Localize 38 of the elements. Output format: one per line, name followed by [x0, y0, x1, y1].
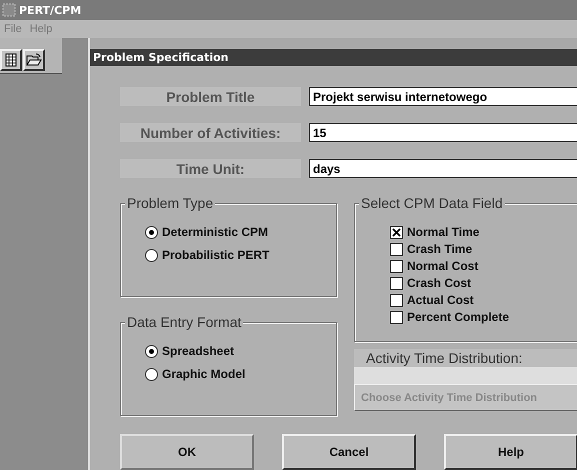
- dialog-button[interactable]: Help: [444, 434, 577, 470]
- option-label: Graphic Model: [162, 367, 246, 381]
- checkbox-label: Normal Cost: [407, 259, 478, 273]
- checkbox[interactable]: [390, 276, 403, 290]
- input-field[interactable]: Projekt serwisu internetowego: [309, 87, 577, 106]
- checkbox[interactable]: [390, 310, 403, 324]
- field-label: Time Unit:: [120, 159, 301, 178]
- checkbox-label: Normal Time: [407, 225, 480, 239]
- input-field[interactable]: days: [309, 159, 577, 178]
- checkbox[interactable]: [390, 242, 403, 256]
- checkbox-label: Crash Cost: [407, 276, 472, 290]
- radio-button[interactable]: [145, 226, 158, 238]
- checkbox-label: Actual Cost: [407, 293, 474, 307]
- radio-button[interactable]: [145, 248, 158, 262]
- option-label: Probabilistic PERT: [162, 248, 270, 262]
- checkbox[interactable]: [390, 226, 403, 238]
- dialog-button[interactable]: OK: [120, 434, 254, 470]
- field-label: Number of Activities:: [120, 123, 301, 142]
- window-title: PERT/CPM: [19, 4, 82, 16]
- radio-button[interactable]: [145, 344, 158, 358]
- radio-button[interactable]: [145, 368, 158, 380]
- field-label: Activity Time Distribution:: [354, 349, 577, 367]
- checkbox[interactable]: [390, 260, 403, 272]
- checkbox-label: Crash Time: [407, 242, 472, 256]
- spreadsheet-icon[interactable]: [0, 49, 22, 71]
- input-field[interactable]: 15: [309, 123, 577, 142]
- option-label: Deterministic CPM: [162, 225, 268, 239]
- option-label: Spreadsheet: [162, 344, 234, 358]
- checkbox[interactable]: [390, 294, 403, 306]
- dialog-button[interactable]: Cancel: [282, 434, 416, 470]
- app-icon: [2, 3, 16, 17]
- field-label: Problem Title: [120, 87, 301, 106]
- group-title: Data Entry Format: [125, 314, 244, 330]
- dialog-title: Problem Specification: [90, 49, 577, 66]
- group-title: Problem Type: [125, 195, 216, 211]
- open-folder-icon[interactable]: [23, 49, 45, 71]
- checkbox-label: Percent Complete: [407, 310, 510, 324]
- group-title: Select CPM Data Field: [359, 195, 505, 211]
